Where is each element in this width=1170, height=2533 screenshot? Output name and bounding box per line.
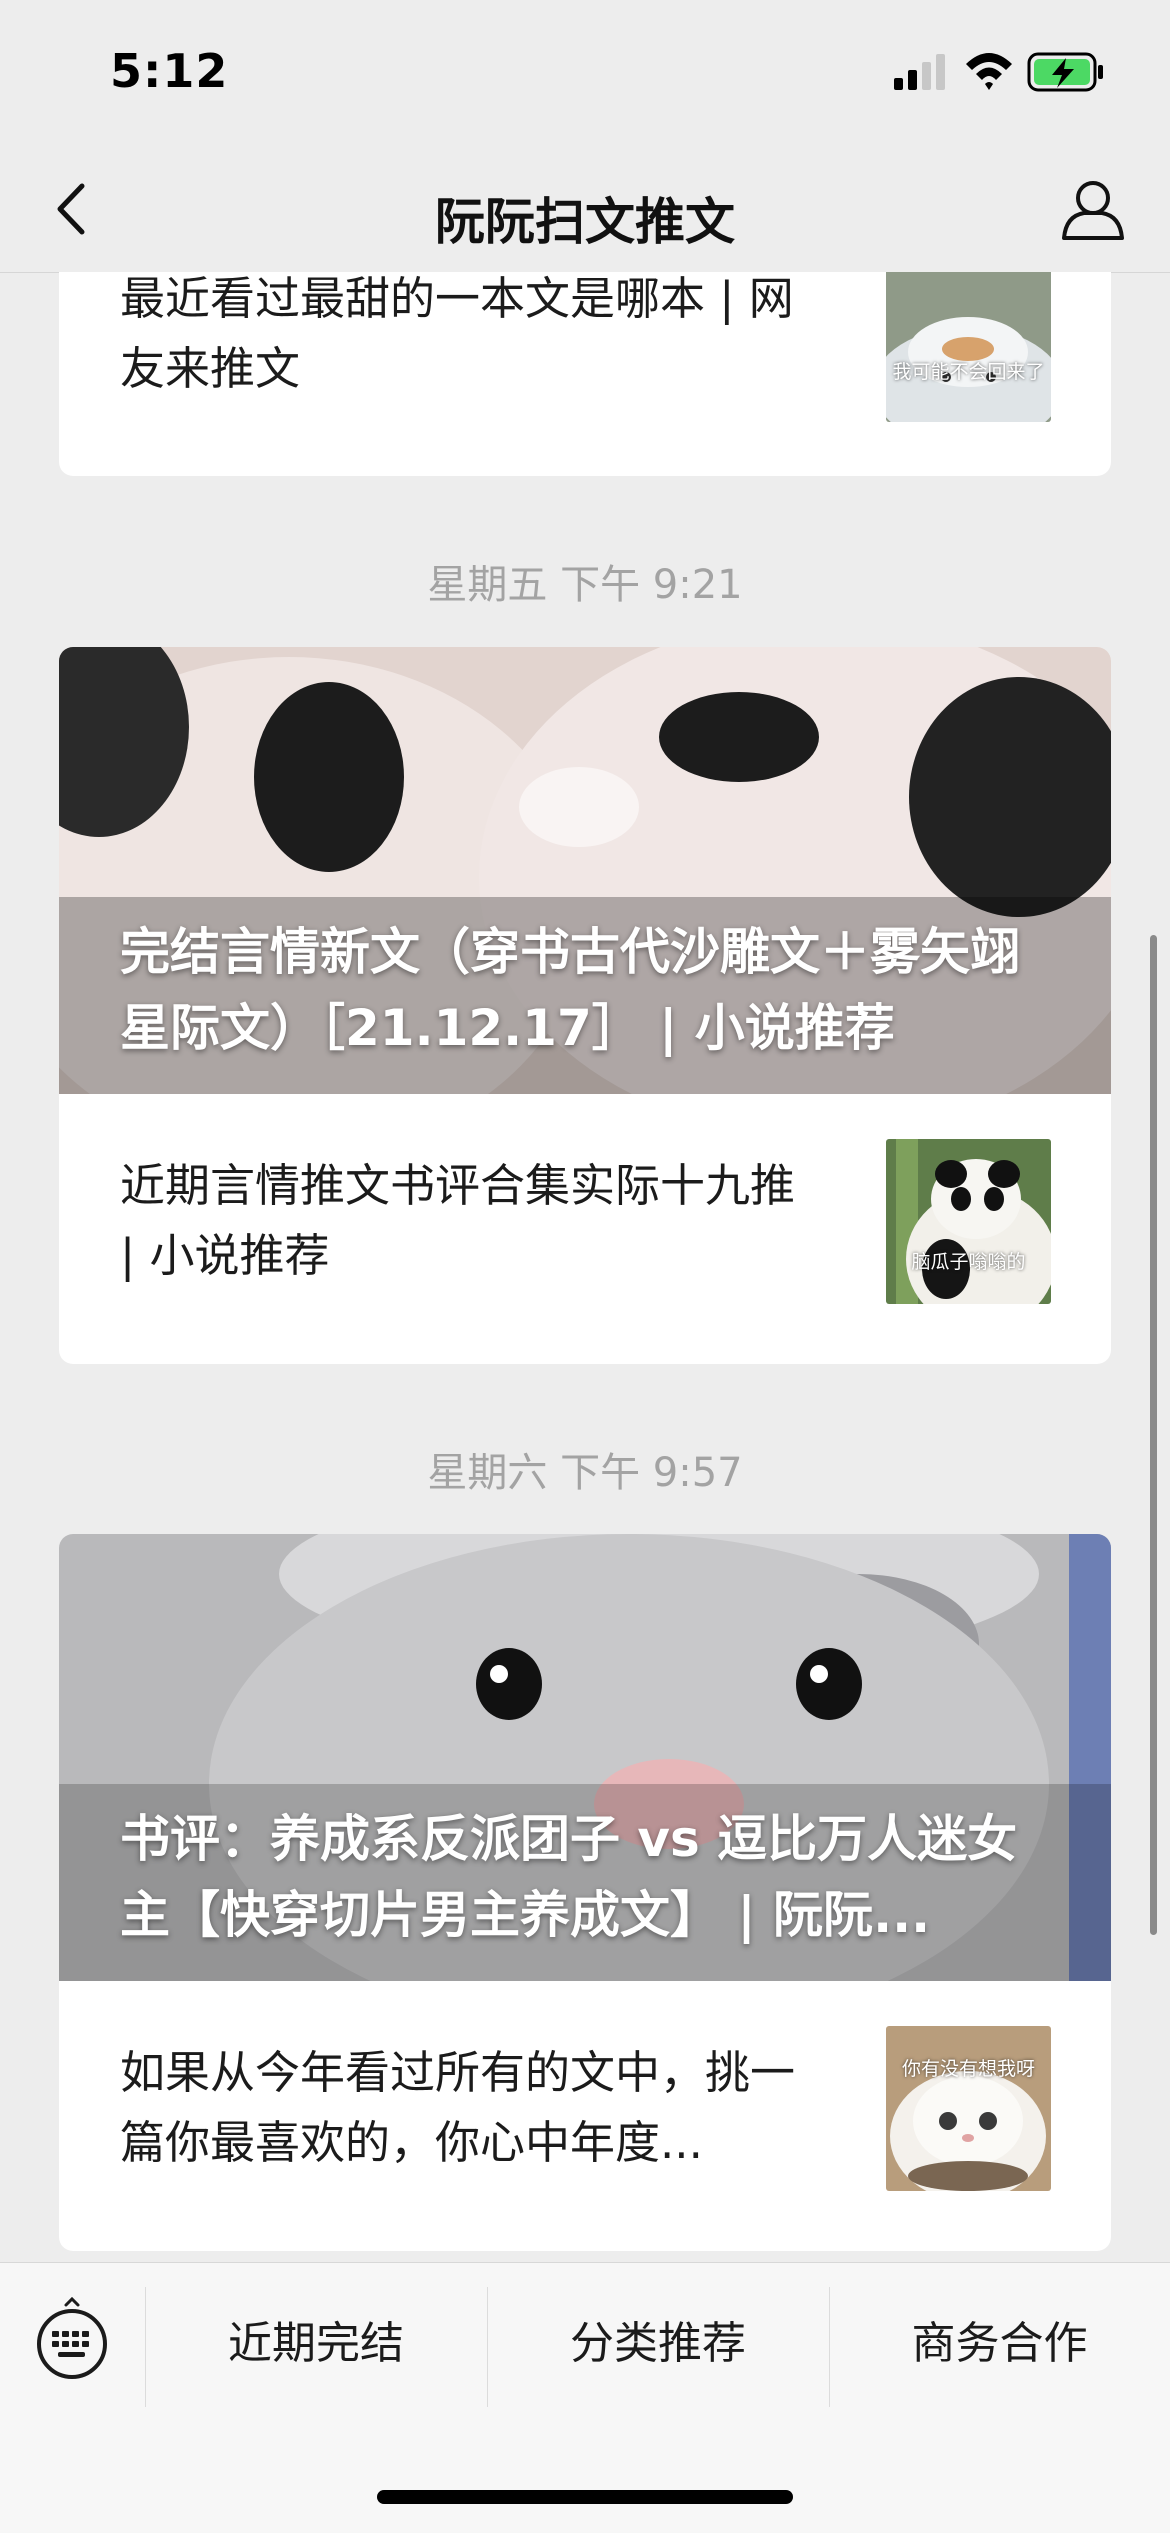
thumbnail-caption: 我可能不会回来了 [892, 361, 1045, 383]
cover-image[interactable]: 完结言情新文（穿书古代沙雕文＋雾矢翊星际文）［21.12.17］ | 小说推荐 [59, 647, 1111, 1094]
status-bar: 5:12 [0, 0, 1170, 150]
signal-icon [894, 54, 945, 90]
article-thumbnail: 脑瓜子嗡嗡的 [886, 1139, 1051, 1304]
menu-item-category-recommend[interactable]: 分类推荐 [487, 2285, 829, 2403]
article-thumbnail: 你有没有想我呀 [886, 2026, 1051, 2191]
article-row[interactable]: 如果从今年看过所有的文中，挑一篇你最喜欢的，你心中年度... 你有没有想我呀 [59, 1981, 1111, 2251]
person-icon[interactable] [1056, 172, 1130, 246]
keyboard-icon [37, 2296, 107, 2379]
timestamp: 星期五 下午 9:21 [427, 562, 743, 608]
article-title: 最近看过最甜的一本文是哪本 | 网友来推文 [120, 272, 794, 395]
article-title: 如果从今年看过所有的文中，挑一篇你最喜欢的，你心中年度... [120, 2046, 796, 2169]
cover-title: 书评：养成系反派团子 vs 逗比万人迷女主【快穿切片男主养成文】 | 阮阮... [120, 1810, 1018, 1944]
wifi-icon [966, 53, 1012, 90]
page-title: 阮阮扫文推文 [435, 193, 735, 251]
battery-charging-icon [1027, 52, 1103, 92]
scrollbar[interactable] [1150, 935, 1157, 1935]
status-time: 5:12 [110, 44, 229, 98]
home-indicator[interactable] [377, 2490, 793, 2504]
status-icons [894, 52, 1103, 92]
menu-item-recent-completed[interactable]: 近期完结 [145, 2285, 487, 2403]
article-row[interactable]: 最近看过最甜的一本文是哪本 | 网友来推文 我可能不会回来了 [59, 272, 1111, 462]
keyboard-toggle-button[interactable] [0, 2263, 145, 2403]
menu-item-business[interactable]: 商务合作 [829, 2285, 1170, 2403]
thumbnail-caption: 你有没有想我呀 [901, 2058, 1035, 2080]
article-thumbnail: 我可能不会回来了 [886, 272, 1051, 422]
article-card[interactable]: 最近看过最甜的一本文是哪本 | 网友来推文 我可能不会回来了 [59, 272, 1111, 476]
cover-image[interactable]: 书评：养成系反派团子 vs 逗比万人迷女主【快穿切片男主养成文】 | 阮阮... [59, 1534, 1111, 1981]
nav-bar: 阮阮扫文推文 [0, 150, 1170, 273]
article-card[interactable]: 书评：养成系反派团子 vs 逗比万人迷女主【快穿切片男主养成文】 | 阮阮...… [59, 1534, 1111, 2251]
thumbnail-caption: 脑瓜子嗡嗡的 [911, 1251, 1026, 1273]
timestamp: 星期六 下午 9:57 [427, 1450, 743, 1496]
cover-title: 完结言情新文（穿书古代沙雕文＋雾矢翊星际文）［21.12.17］ | 小说推荐 [120, 923, 1020, 1057]
article-title: 近期言情推文书评合集实际十九推 | 小说推荐 [120, 1159, 796, 1282]
article-row[interactable]: 近期言情推文书评合集实际十九推 | 小说推荐 脑瓜子嗡嗡的 [59, 1094, 1111, 1364]
article-card[interactable]: 完结言情新文（穿书古代沙雕文＋雾矢翊星际文）［21.12.17］ | 小说推荐 … [59, 647, 1111, 1364]
message-feed[interactable]: 最近看过最甜的一本文是哪本 | 网友来推文 我可能不会回来了 星期五 下午 9:… [0, 272, 1170, 2262]
